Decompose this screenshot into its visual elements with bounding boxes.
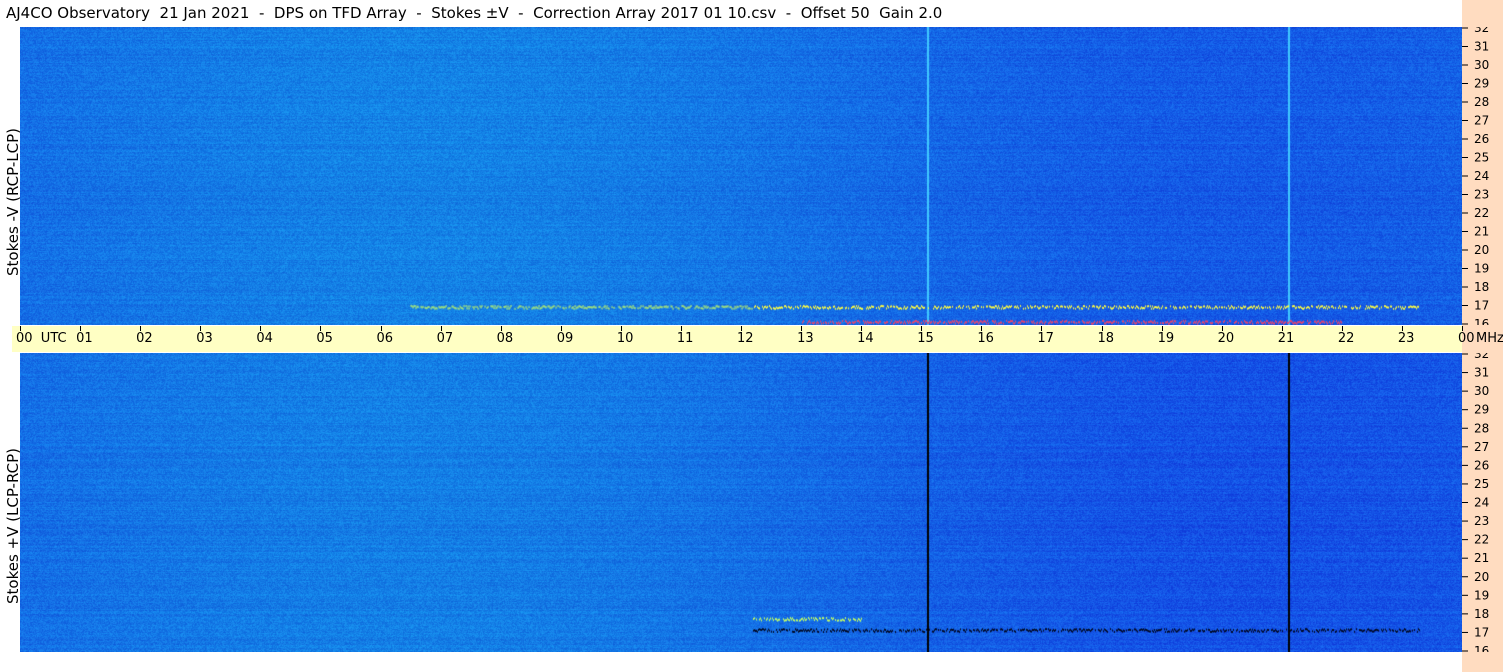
utc-tick-label: 19 bbox=[1157, 331, 1175, 346]
mhz-tick-label: 25 bbox=[1474, 151, 1489, 165]
utc-time-axis: 00 UTC 01 02 03 04 05 06 07 08 09 10 11 12 13 14 15 16 17… bbox=[12, 326, 1503, 352]
bottom-axis-svg: 32 31 30 29 28 27 26 25 24 23 22 21 20 19 18 17 16 bbox=[1462, 353, 1489, 652]
utc-tick-label: 15 bbox=[917, 331, 934, 346]
mhz-tick-label: 28 bbox=[1474, 421, 1489, 435]
mhz-tick-label: 29 bbox=[1474, 403, 1489, 417]
mhz-tick-label: 27 bbox=[1474, 440, 1489, 454]
mhz-tick-label: 24 bbox=[1474, 496, 1489, 510]
utc-tick-label: 18 bbox=[1097, 331, 1115, 346]
utc-tick-label: 00 UTC bbox=[16, 331, 67, 346]
utc-tick-label: 00 bbox=[1458, 331, 1475, 346]
top-spectrogram-image bbox=[20, 27, 1462, 325]
mhz-tick-label: 16 bbox=[1474, 644, 1489, 652]
mhz-tick-label: 21 bbox=[1474, 551, 1489, 565]
mhz-tick-label: 30 bbox=[1474, 384, 1489, 398]
utc-tick-label: 22 bbox=[1337, 331, 1355, 346]
page-title: AJ4CO Observatory 21 Jan 2021 - DPS on T… bbox=[6, 4, 943, 22]
top-spectrogram-panel bbox=[20, 27, 1462, 325]
utc-tick-label: 08 bbox=[496, 331, 514, 346]
utc-tick-label: 13 bbox=[797, 331, 814, 346]
mhz-tick-label: 32 bbox=[1474, 27, 1489, 35]
top-axis-svg: 32 31 30 29 28 27 26 25 24 23 22 21 20 19 18 17 16 bbox=[1462, 27, 1489, 325]
mhz-tick-label: 18 bbox=[1474, 607, 1489, 621]
utc-tick-label: 05 bbox=[316, 331, 333, 346]
mhz-unit-label: MHz bbox=[1476, 331, 1503, 346]
mhz-tick-label: 26 bbox=[1474, 458, 1489, 472]
mhz-tick-label: 32 bbox=[1474, 353, 1489, 361]
bottom-spectrogram-image bbox=[20, 353, 1462, 652]
utc-tick-label: 09 bbox=[556, 331, 574, 346]
mhz-tick-label: 21 bbox=[1474, 225, 1489, 239]
mhz-tick-label: 22 bbox=[1474, 206, 1489, 220]
mhz-tick-label: 31 bbox=[1474, 366, 1489, 380]
mhz-tick-label: 16 bbox=[1474, 317, 1489, 325]
utc-tick-label: 12 bbox=[737, 331, 754, 346]
utc-tick-label: 17 bbox=[1037, 331, 1054, 346]
utc-tick-label: 03 bbox=[196, 331, 213, 346]
mhz-tick-label: 20 bbox=[1474, 243, 1489, 257]
utc-tick-label: 04 bbox=[256, 331, 273, 346]
mhz-tick-label: 27 bbox=[1474, 114, 1489, 128]
top-frequency-axis: 32 31 30 29 28 27 26 25 24 23 22 21 20 19 18 17 16 bbox=[1462, 27, 1503, 325]
utc-tick-label: 16 bbox=[977, 331, 994, 346]
utc-tick-label: 06 bbox=[376, 331, 394, 346]
mhz-tick-label: 22 bbox=[1474, 533, 1489, 547]
mhz-tick-label: 23 bbox=[1474, 514, 1489, 528]
utc-tick-label: 21 bbox=[1277, 331, 1295, 346]
utc-tick-label: 14 bbox=[857, 331, 874, 346]
mhz-tick-label: 28 bbox=[1474, 95, 1489, 109]
utc-tick-label: 23 bbox=[1397, 331, 1415, 346]
mhz-tick-label: 30 bbox=[1474, 58, 1489, 72]
mhz-tick-label: 25 bbox=[1474, 477, 1489, 491]
mhz-tick-label: 17 bbox=[1474, 299, 1489, 313]
utc-tick-label: 01 bbox=[76, 331, 93, 346]
utc-tick-label: 07 bbox=[436, 331, 454, 346]
mhz-tick-label: 19 bbox=[1474, 588, 1489, 602]
utc-tick-label: 20 bbox=[1217, 331, 1235, 346]
mhz-tick-label: 29 bbox=[1474, 77, 1489, 91]
bottom-frequency-axis: 32 31 30 29 28 27 26 25 24 23 22 21 20 19 18 17 16 bbox=[1462, 353, 1503, 652]
utc-tick-label: 11 bbox=[676, 331, 694, 346]
mhz-tick-label: 18 bbox=[1474, 280, 1489, 294]
mhz-tick-label: 24 bbox=[1474, 169, 1489, 183]
utc-tick-label: 10 bbox=[616, 331, 634, 346]
mhz-tick-label: 19 bbox=[1474, 262, 1489, 276]
mhz-tick-label: 20 bbox=[1474, 570, 1489, 584]
bottom-spectrogram-panel bbox=[20, 353, 1462, 652]
mhz-tick-label: 17 bbox=[1474, 625, 1489, 639]
mhz-tick-label: 26 bbox=[1474, 132, 1489, 146]
utc-tick-label: 02 bbox=[136, 331, 153, 346]
mhz-tick-label: 31 bbox=[1474, 40, 1489, 54]
mhz-tick-label: 23 bbox=[1474, 188, 1489, 202]
